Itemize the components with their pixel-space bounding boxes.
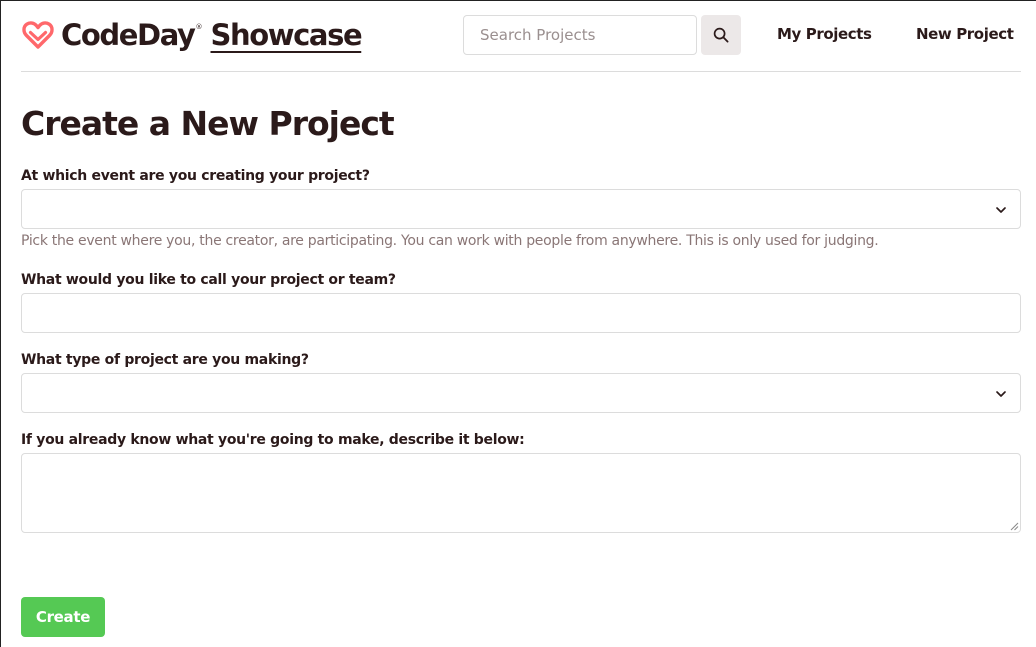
description-label: If you already know what you're going to… (21, 432, 525, 448)
project-name-label: What would you like to call your project… (21, 272, 396, 288)
brand-name: CodeDay (61, 17, 196, 52)
top-header: CodeDay® Showcase My Projects New Project (1, 1, 1036, 72)
event-label: At which event are you creating your pro… (21, 168, 370, 184)
nav-new-project[interactable]: New Project (916, 24, 1014, 44)
event-help-text: Pick the event where you, the creator, a… (21, 233, 879, 249)
project-type-select[interactable] (21, 373, 1021, 413)
product-name: Showcase (210, 17, 363, 52)
codeday-showcase-logo[interactable]: CodeDay ® Showcase (21, 15, 363, 55)
project-name-input[interactable] (21, 293, 1021, 333)
create-button[interactable]: Create (21, 597, 105, 637)
event-select[interactable] (21, 189, 1021, 229)
page-title: Create a New Project (21, 104, 395, 143)
resize-grip-icon[interactable] (1009, 521, 1019, 531)
search-button[interactable] (701, 15, 741, 55)
header-divider (21, 71, 1021, 72)
nav-my-projects[interactable]: My Projects (777, 24, 872, 44)
description-textarea[interactable] (21, 453, 1021, 533)
search-input[interactable] (463, 15, 697, 55)
chevron-down-icon (996, 391, 1006, 397)
project-type-label: What type of project are you making? (21, 352, 309, 368)
registered-mark: ® (195, 23, 203, 31)
search-icon (713, 27, 729, 43)
heart-logo-icon (22, 21, 54, 49)
chevron-down-icon (996, 207, 1006, 213)
